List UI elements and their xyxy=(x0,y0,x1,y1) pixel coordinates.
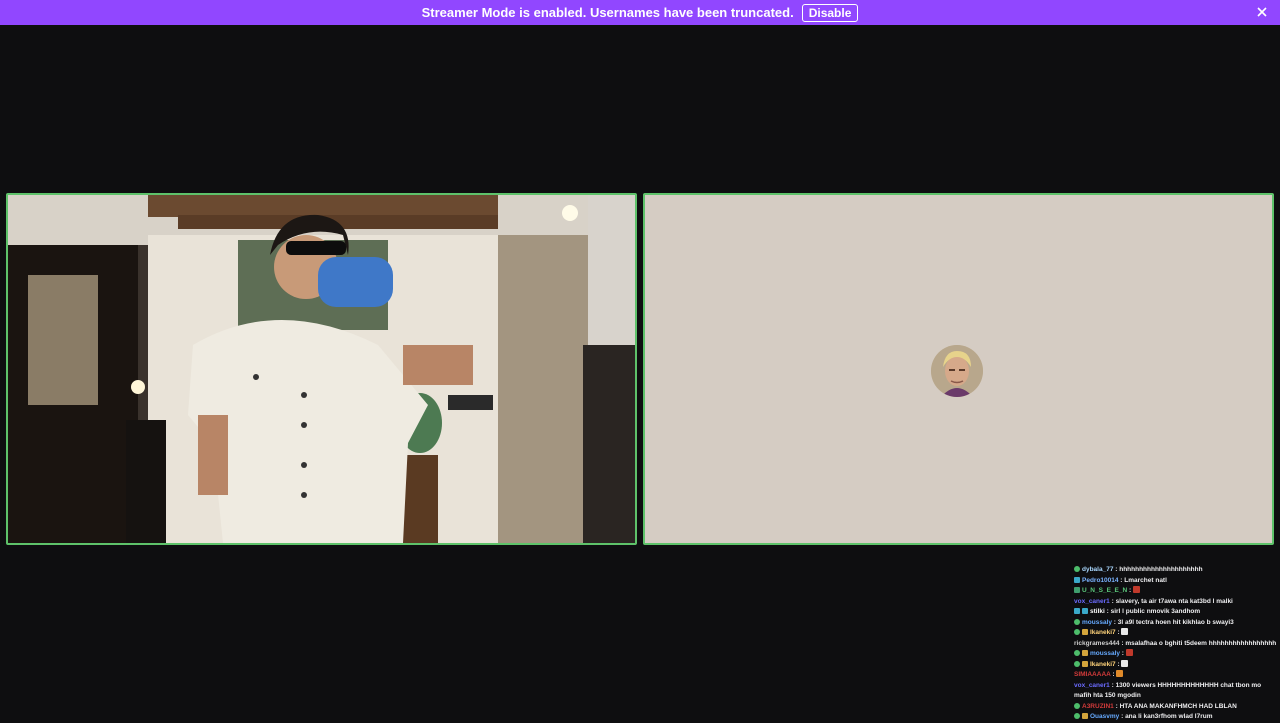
chat-badge-icon[interactable] xyxy=(1074,660,1080,667)
participant-avatar[interactable] xyxy=(931,345,983,397)
chat-badge-icon[interactable] xyxy=(1082,608,1088,614)
chat-badge-icon[interactable] xyxy=(1082,650,1088,656)
streamer-mode-text: Streamer Mode is enabled. Usernames have… xyxy=(421,5,794,20)
chat-emote-icon xyxy=(1125,649,1133,656)
participant-video-tile[interactable] xyxy=(6,193,637,545)
chat-emote-icon xyxy=(1132,586,1140,593)
chat-emote-icon xyxy=(1121,659,1129,667)
chat-emote-icon xyxy=(1121,628,1129,635)
chat-text: hhhhhhhhhhhhhhhhhhhhh xyxy=(1119,566,1203,573)
chat-overlay: dybala_77 : hhhhhhhhhhhhhhhhhhhhh Pedro10… xyxy=(1074,565,1280,723)
close-banner-icon[interactable] xyxy=(1254,4,1270,20)
chat-emote-icon xyxy=(1116,670,1124,677)
chat-username[interactable]: moussaly xyxy=(1090,650,1120,657)
chat-username[interactable]: rickgrames444 xyxy=(1074,640,1120,647)
chat-message: SIMIAAAAA : xyxy=(1074,670,1280,681)
chat-username[interactable]: vox_caner1 xyxy=(1074,682,1110,689)
chat-text: slavery, ta air t7awa nta kat3bd l malki xyxy=(1115,597,1233,605)
chat-badge-icon[interactable] xyxy=(1074,587,1080,593)
chat-badge-icon[interactable] xyxy=(1082,713,1088,719)
chat-text: ana li kan3rfhom wlad l7rum xyxy=(1125,713,1213,720)
disable-streamer-mode-button[interactable]: Disable xyxy=(801,3,859,22)
chat-username[interactable]: vox_caner1 xyxy=(1074,598,1110,605)
chat-message: dybala_77 : hhhhhhhhhhhhhhhhhhhhh xyxy=(1074,565,1280,576)
chat-badge-icon[interactable] xyxy=(1074,702,1080,709)
chat-text: msalafhaa o bghiti t5deem hhhhhhhhhhhhhh… xyxy=(1125,639,1277,647)
chat-username[interactable]: dybala_77 xyxy=(1082,566,1113,573)
webcam-video xyxy=(8,195,635,543)
chat-message: Pedro10014 : Lmarchet natl xyxy=(1074,576,1280,587)
chat-badge-icon[interactable] xyxy=(1074,713,1080,719)
chat-message: rickgrames444 : msalafhaa o bghiti t5dee… xyxy=(1074,639,1280,650)
chat-username[interactable]: SIMIAAAAA xyxy=(1074,671,1111,678)
chat-badge-icon[interactable] xyxy=(1074,618,1080,625)
chat-separator: : xyxy=(1120,650,1126,657)
chat-message: vox_caner1 : slavery, ta air t7awa nta k… xyxy=(1074,597,1280,608)
chat-message: moussaly : xyxy=(1074,649,1280,660)
chat-message: Ouasvmy : ana li kan3rfhom wlad l7rum xyxy=(1074,712,1280,723)
chat-text: HTA ANA MAKANFHMCH HAD LBLAN xyxy=(1119,702,1237,710)
chat-badge-icon[interactable] xyxy=(1074,608,1080,614)
chat-username[interactable]: moussaly xyxy=(1082,619,1112,626)
chat-text: Lmarchet natl xyxy=(1124,576,1167,584)
chat-message: A3RUZIN1 : HTA ANA MAKANFHMCH HAD LBLAN xyxy=(1074,702,1280,713)
chat-badge-icon[interactable] xyxy=(1074,576,1080,583)
chat-username[interactable]: Ikaneki7 xyxy=(1090,629,1116,636)
chat-message: vox_caner1 : 1300 viewers HHHHHHHHHHHHH … xyxy=(1074,681,1280,702)
chat-message: stilki : sirl l public nmovik 3andhom xyxy=(1074,607,1280,618)
chat-message: Ikaneki7 : xyxy=(1074,659,1280,671)
chat-badge-icon[interactable] xyxy=(1082,629,1088,635)
chat-badge-icon[interactable] xyxy=(1082,660,1088,667)
chat-username[interactable]: Pedro10014 xyxy=(1082,577,1119,584)
chat-username[interactable]: Ikaneki7 xyxy=(1090,661,1116,668)
chat-message: U_N_S_E_E_N : xyxy=(1074,586,1280,597)
chat-badge-icon[interactable] xyxy=(1074,566,1080,572)
chat-text: sirl l public nmovik 3andhom xyxy=(1110,608,1201,615)
chat-username[interactable]: A3RUZIN1 xyxy=(1082,703,1114,710)
chat-username[interactable]: stilki xyxy=(1090,608,1105,615)
streamer-mode-banner: Streamer Mode is enabled. Usernames have… xyxy=(0,0,1280,25)
chat-badge-icon[interactable] xyxy=(1074,650,1080,656)
chat-text: 3l a9l tectra hoen hit kikhlao b swayi3 xyxy=(1117,618,1234,626)
chat-message: Ikaneki7 : xyxy=(1074,628,1280,639)
participant-avatar-tile[interactable] xyxy=(643,193,1274,545)
chat-message: moussaly : 3l a9l tectra hoen hit kikhla… xyxy=(1074,618,1280,629)
chat-username[interactable]: Ouasvmy xyxy=(1090,713,1119,720)
chat-badge-icon[interactable] xyxy=(1074,629,1080,635)
chat-username[interactable]: U_N_S_E_E_N xyxy=(1082,587,1127,594)
